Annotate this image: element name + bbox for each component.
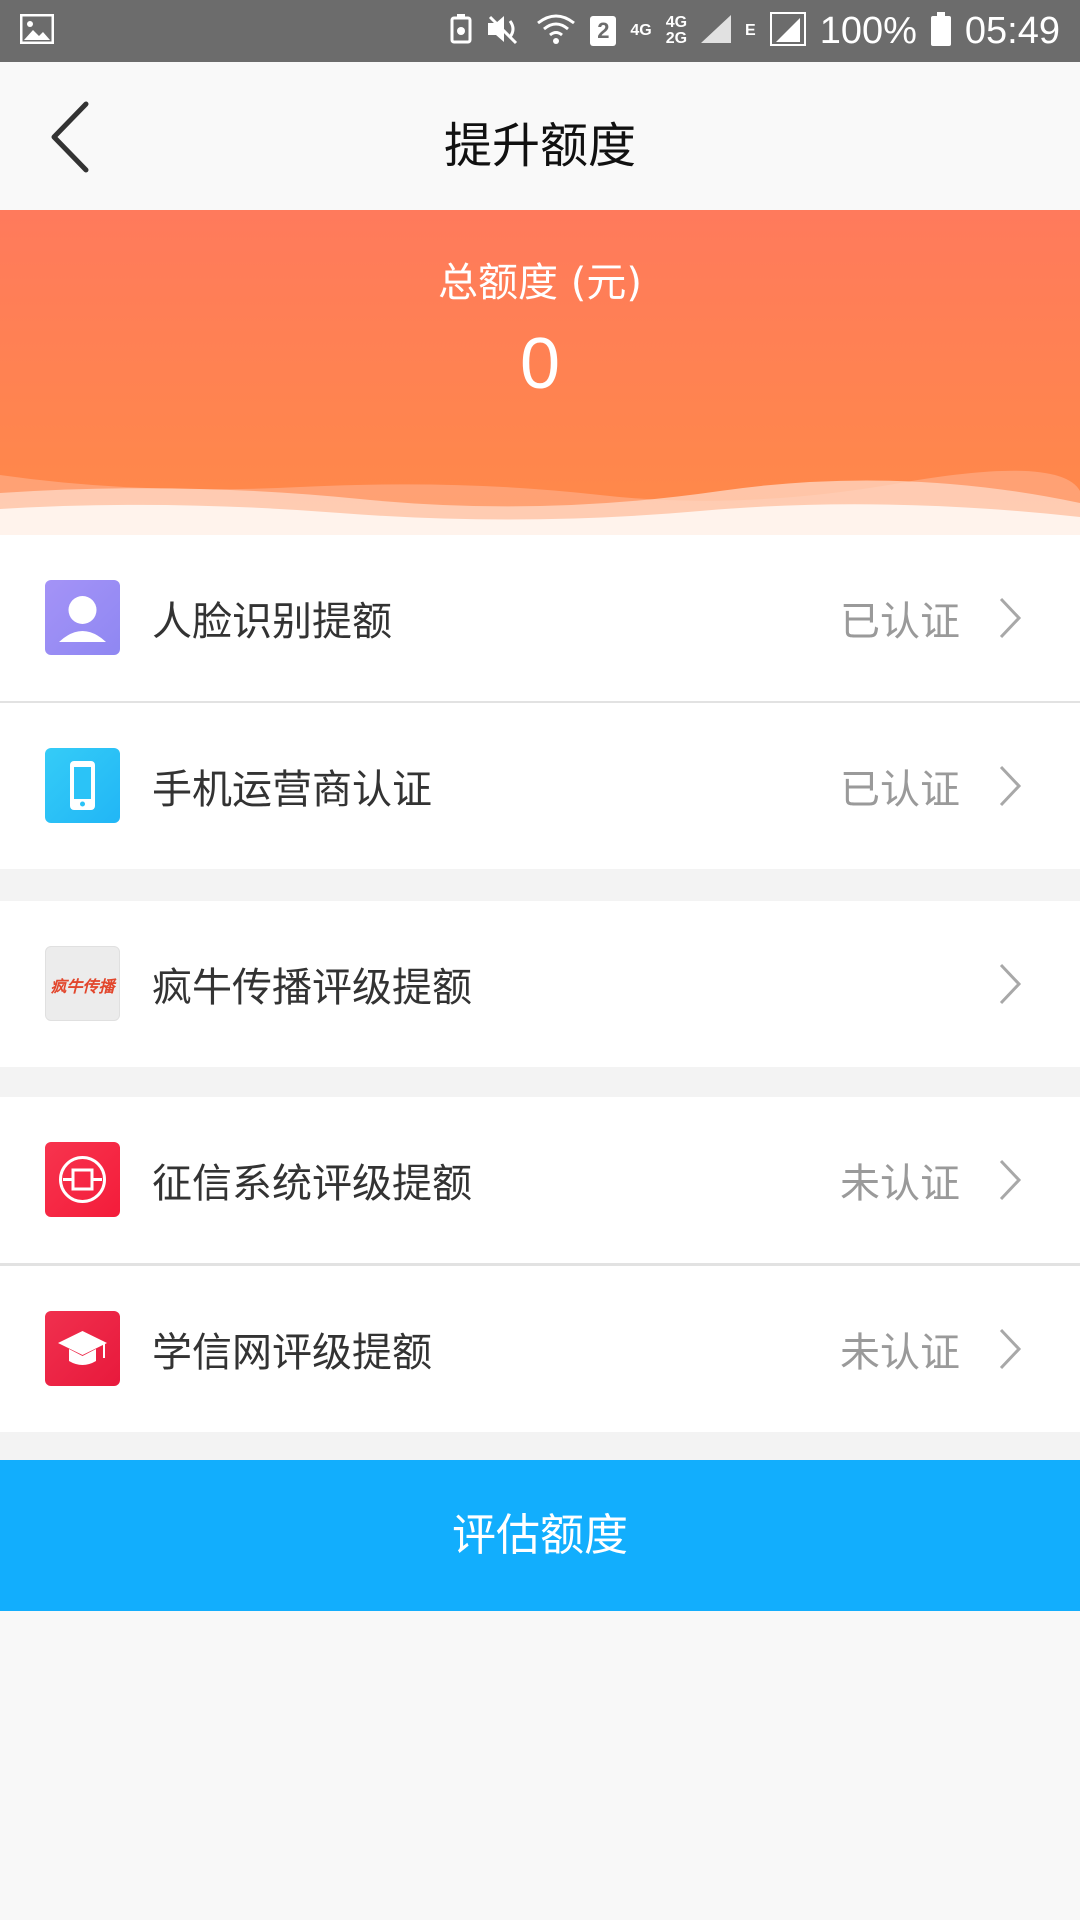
- total-quota-label: 总额度 (元): [438, 260, 642, 306]
- clock: 05:49: [964, 9, 1060, 52]
- evaluate-quota-button[interactable]: 评估额度: [0, 1460, 1080, 1611]
- signal-icon: [701, 14, 732, 48]
- credit-seal-icon: [45, 1142, 120, 1217]
- section-gap: [0, 1067, 1080, 1097]
- battery-icon: [930, 11, 951, 51]
- status-text: 已认证: [840, 767, 960, 813]
- status-text: 未认证: [840, 1161, 960, 1207]
- status-text: 未认证: [840, 1330, 960, 1376]
- list-item-label: 人脸识别提额: [152, 599, 392, 645]
- edge-indicator: E: [745, 22, 756, 39]
- list-item-chsi[interactable]: 学信网评级提额 未认证: [0, 1266, 1080, 1432]
- list-item-label: 学信网评级提额: [152, 1330, 432, 1376]
- chevron-right-icon: [999, 597, 1022, 639]
- list-item-label: 手机运营商认证: [152, 767, 432, 813]
- quota-header: 总额度 (元) 0: [0, 210, 1080, 535]
- chevron-right-icon: [999, 1328, 1022, 1370]
- network-4g: 4G: [630, 22, 652, 39]
- list-item-fengniu[interactable]: 疯牛传播 疯牛传播评级提额: [0, 901, 1080, 1067]
- chevron-right-icon: [999, 765, 1022, 807]
- signal-icon-2: [769, 11, 806, 51]
- sim-badge: 2: [590, 16, 617, 46]
- status-text: 已认证: [840, 599, 960, 645]
- list-item-label: 征信系统评级提额: [152, 1161, 472, 1207]
- list-item-face[interactable]: 人脸识别提额 已认证: [0, 535, 1080, 701]
- page-title: 提升额度: [443, 118, 636, 174]
- mute-icon: [486, 13, 522, 50]
- status-icons: 2 4G 4G 2G E 100% 05:49: [450, 0, 1060, 62]
- image-icon: [19, 13, 55, 48]
- wave-decoration: [0, 470, 1080, 535]
- chevron-right-icon: [999, 1159, 1022, 1201]
- list-item-credit-system[interactable]: 征信系统评级提额 未认证: [0, 1097, 1080, 1263]
- total-quota-value: 0: [519, 324, 561, 404]
- chevron-right-icon: [999, 963, 1022, 1005]
- battery-percent: 100%: [819, 9, 917, 52]
- status-bar: 2 4G 4G 2G E 100% 05:49: [0, 0, 1080, 62]
- list-item-phone-carrier[interactable]: 手机运营商认证 已认证: [0, 703, 1080, 869]
- network-stack: 4G 2G: [665, 14, 688, 47]
- fengniu-logo-icon: 疯牛传播: [45, 946, 120, 1021]
- graduation-cap-icon: [45, 1311, 120, 1386]
- section-gap: [0, 1432, 1080, 1460]
- list-item-label: 疯牛传播评级提额: [152, 965, 472, 1011]
- face-icon: [45, 580, 120, 655]
- recycle-battery-icon: [450, 13, 472, 49]
- phone-icon: [45, 748, 120, 823]
- nav-bar: 提升额度: [0, 62, 1080, 210]
- section-gap: [0, 869, 1080, 901]
- wifi-icon: [536, 13, 576, 50]
